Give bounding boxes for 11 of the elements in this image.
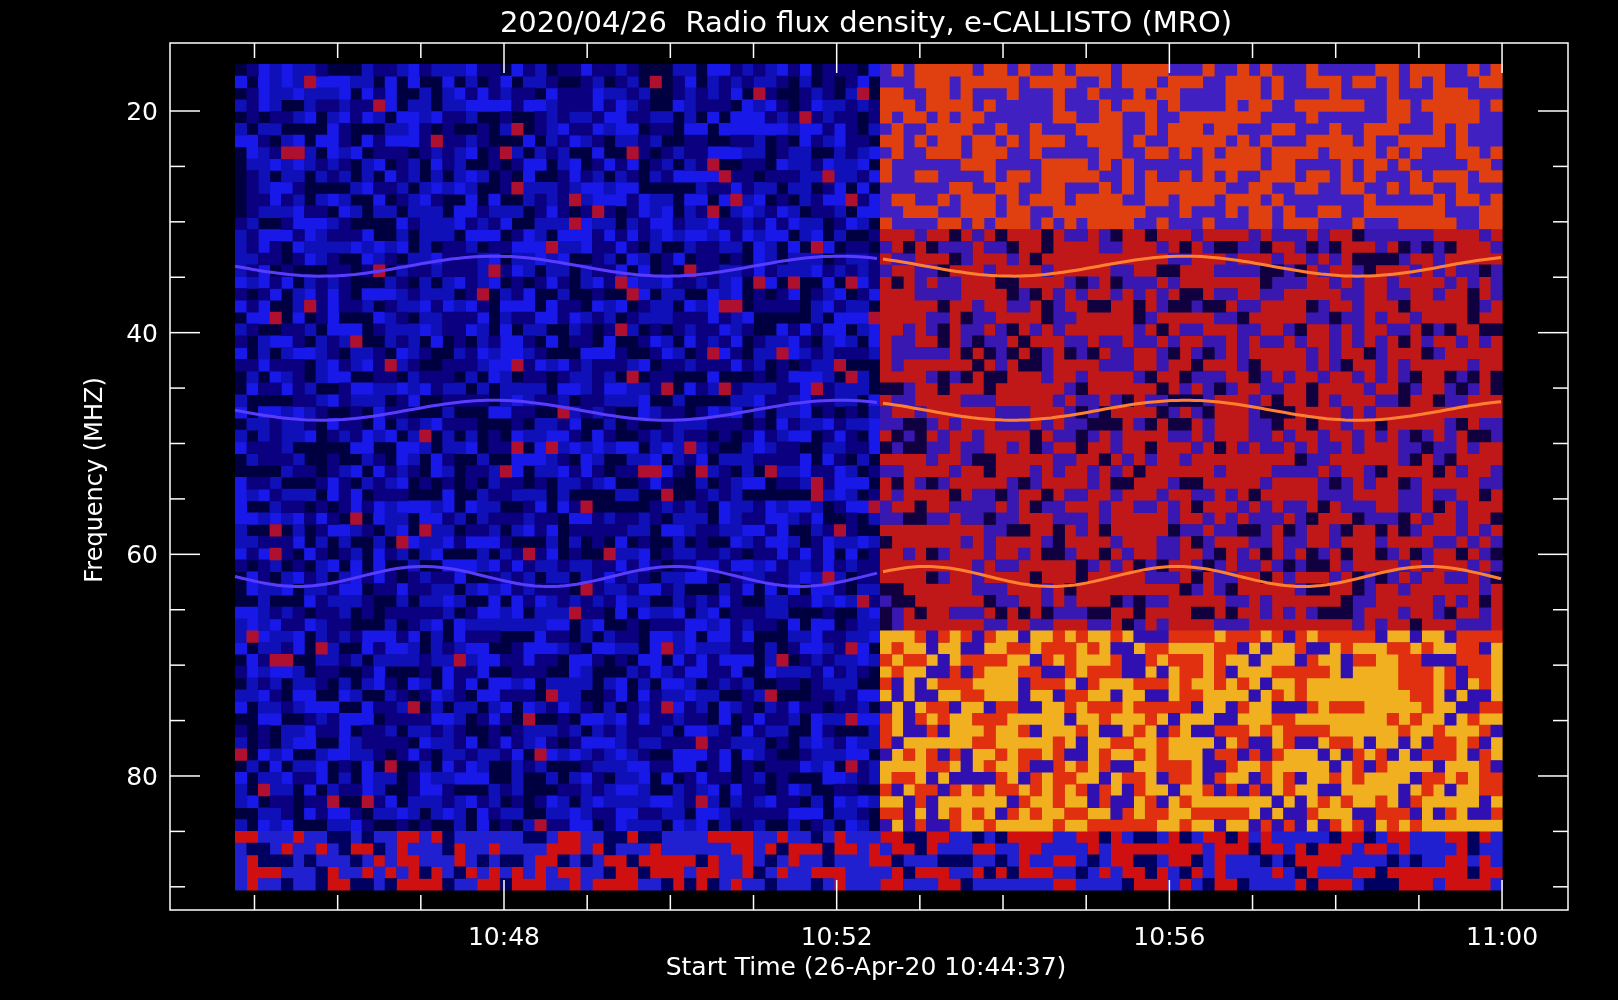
x-tick-label: 10:52 — [800, 922, 873, 951]
x-tick-label: 10:48 — [468, 922, 540, 951]
y-tick-label: 40 — [126, 318, 158, 348]
x-tick-label: 11:00 — [1466, 922, 1539, 951]
x-axis-label: Start Time (26-Apr-20 10:44:37) — [665, 952, 1067, 981]
x-tick-label: 10:56 — [1133, 922, 1206, 951]
chart-title: 2020/04/26 Radio flux density, e-CALLISTO (MRO) — [499, 5, 1233, 39]
y-tick-label: 20 — [126, 97, 158, 126]
y-tick-label: 60 — [126, 540, 158, 570]
y-tick-label: 80 — [126, 762, 158, 791]
y-axis-label: Frequency (MHZ) — [80, 377, 108, 583]
